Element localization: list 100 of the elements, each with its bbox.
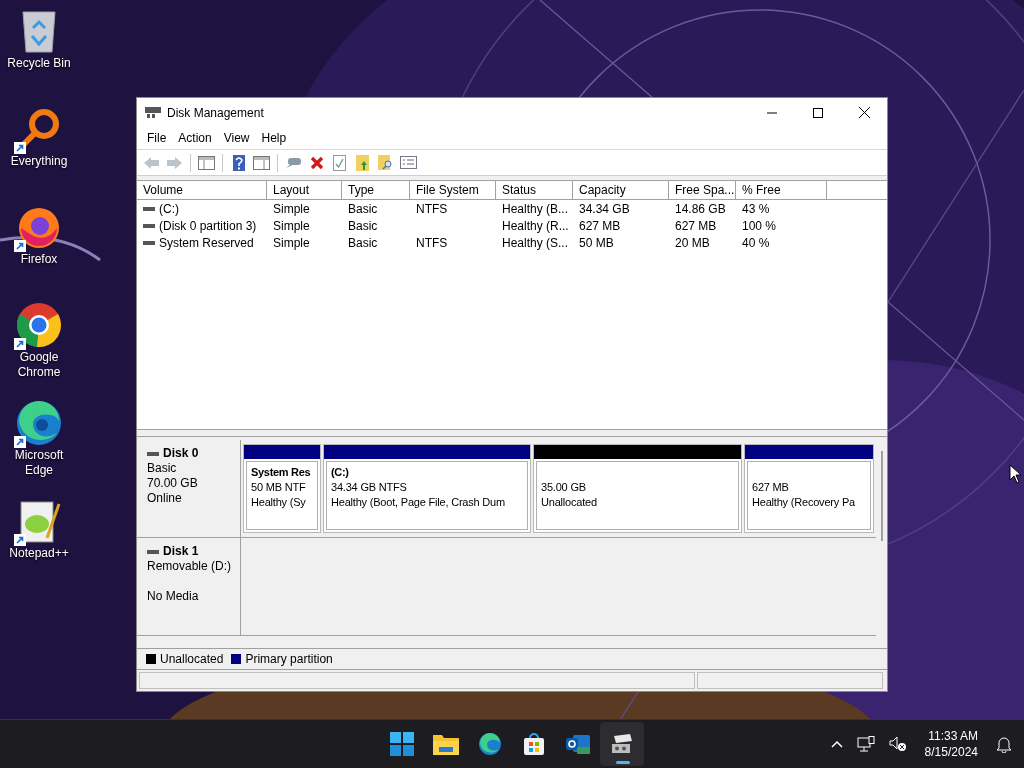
panel-icon: [253, 155, 270, 170]
volume-name: (Disk 0 partition 3): [159, 218, 257, 233]
speech-bubble-icon: [285, 156, 302, 169]
partition-name: System Res: [251, 465, 311, 480]
drive-icon: [143, 222, 155, 229]
table-cell-text: 43 %: [741, 201, 771, 216]
disk-type: Removable (D:): [147, 559, 233, 574]
column-header[interactable]: % Free: [736, 181, 827, 199]
disk-status: Online: [147, 491, 183, 506]
partition-status: Healthy (Sy: [251, 495, 306, 510]
table-cell-text: Simple: [272, 201, 311, 216]
table-cell-text: 14.86 GB: [674, 201, 727, 216]
volume-name: (C:): [159, 201, 179, 216]
desktop-icon-label[interactable]: Microsoft Edge: [2, 448, 76, 478]
partition-size: 50 MB NTF: [251, 480, 306, 495]
table-cell-text: 40 %: [741, 235, 771, 250]
drive-icon: [147, 548, 159, 555]
table-cell-text: Healthy (B...: [501, 201, 570, 216]
table-cell-text: Healthy (S...: [501, 235, 570, 250]
forward-arrow-icon: [166, 155, 183, 170]
table-cell-text: Simple: [272, 235, 311, 250]
table-cell-text: Basic: [347, 235, 379, 250]
column-header[interactable]: Volume: [137, 181, 267, 199]
table-cell-text: 627 MB: [578, 218, 622, 233]
disk-name: Disk 1: [163, 544, 199, 559]
browser-icon: [478, 732, 502, 756]
drive-icon: [147, 450, 159, 457]
desktop-icon-label[interactable]: Everything: [2, 154, 76, 169]
recycle-bin-icon: [19, 8, 59, 54]
partition[interactable]: 627 MB Healthy (Recovery Pa: [744, 444, 874, 533]
table-cell-text: Healthy (R...: [501, 218, 570, 233]
menu-item[interactable]: Action: [172, 129, 218, 147]
partition-size: 34.34 GB NTFS: [331, 480, 407, 495]
table-cell-text: NTFS: [415, 235, 449, 250]
maximize-icon: [813, 107, 823, 118]
back-arrow-icon: [143, 155, 160, 170]
menu-item[interactable]: View: [217, 129, 256, 147]
disk-name: Disk 0: [163, 446, 199, 461]
help-icon: [232, 154, 245, 171]
clock-date: 8/15/2024: [924, 744, 978, 760]
partition[interactable]: (C:) 34.34 GB NTFS Healthy (Boot, Page File, Crash Dum: [323, 444, 531, 533]
partition-status: Unallocated: [541, 495, 597, 510]
network-icon[interactable]: [854, 734, 877, 754]
column-header[interactable]: Type: [342, 181, 410, 199]
browser-icon: [15, 399, 63, 447]
notepad-icon: [17, 498, 61, 544]
close-icon: [858, 107, 870, 118]
disk-drive-icon: [145, 106, 161, 119]
drive-icon: [143, 239, 155, 246]
disk-drive-icon: [610, 733, 634, 755]
column-header[interactable]: Free Spa...: [669, 181, 736, 199]
partition[interactable]: 35.00 GB Unallocated: [533, 444, 742, 533]
windows-logo-icon: [390, 732, 414, 756]
properties-icon: [400, 156, 417, 169]
taskbar-button[interactable]: [600, 722, 644, 766]
menu-item[interactable]: Help: [255, 129, 293, 147]
table-cell-text: 627 MB: [674, 218, 718, 233]
drive-icon: [143, 205, 155, 212]
scrollbar-thumb[interactable]: [880, 451, 883, 541]
table-cell-text: 34.34 GB: [578, 201, 631, 216]
table-cell-text: Basic: [347, 218, 379, 233]
legend-label: Primary partition: [245, 652, 333, 666]
desktop-icon-label[interactable]: Notepad++: [2, 546, 76, 561]
column-header[interactable]: File System: [410, 181, 496, 199]
shopping-bag-icon: [522, 732, 546, 756]
mail-icon: [565, 732, 591, 756]
clock-time: 11:33 AM: [928, 728, 978, 744]
partition-size: 627 MB: [752, 480, 789, 495]
column-header[interactable]: Status: [496, 181, 573, 199]
legend-label: Unallocated: [160, 652, 224, 666]
panel-icon: [198, 155, 215, 170]
desktop-icon-label[interactable]: Recycle Bin: [2, 56, 76, 71]
volume-name: System Reserved: [159, 235, 254, 250]
disk-type: Basic: [147, 461, 178, 476]
disk-status: No Media: [147, 589, 200, 604]
table-cell-text: 50 MB: [578, 235, 615, 250]
partition-name: (C:): [331, 465, 349, 480]
speaker-muted-icon[interactable]: [886, 734, 909, 754]
folder-icon: [355, 154, 370, 171]
clock[interactable]: 11:33 AM 8/15/2024: [918, 728, 984, 760]
window-title: Disk Management: [167, 105, 265, 120]
table-cell-text: NTFS: [415, 201, 449, 216]
column-header[interactable]: Layout: [267, 181, 342, 199]
partition-status: Healthy (Recovery Pa: [752, 495, 855, 510]
folder-search-icon: [378, 154, 393, 171]
browser-icon: [15, 301, 63, 349]
partition-status: Healthy (Boot, Page File, Crash Dum: [331, 495, 505, 510]
table-cell-text: Simple: [272, 218, 311, 233]
delete-icon: [309, 155, 324, 170]
partition[interactable]: System Res 50 MB NTF Healthy (Sy: [243, 444, 321, 533]
partition-size: 35.00 GB: [541, 480, 586, 495]
disk-size: 70.00 GB: [147, 476, 199, 491]
checklist-icon: [333, 154, 346, 171]
desktop-icon-label[interactable]: Firefox: [2, 252, 76, 267]
folder-icon: [433, 733, 459, 755]
desktop-icon-label[interactable]: Google Chrome: [2, 350, 76, 380]
column-header[interactable]: Capacity: [573, 181, 669, 199]
mouse-pointer-icon: [1009, 464, 1021, 484]
menu-item[interactable]: File: [141, 129, 173, 147]
table-cell-text: 20 MB: [674, 235, 711, 250]
